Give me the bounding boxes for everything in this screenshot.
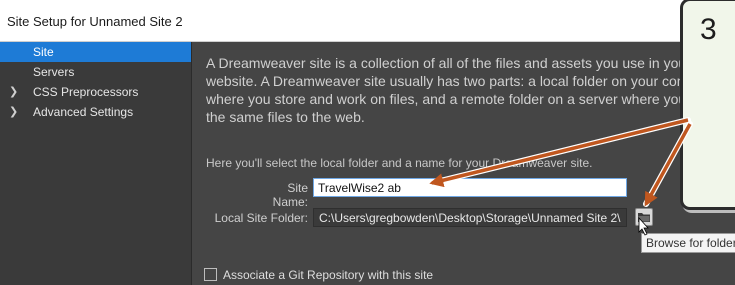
- chevron-right-icon[interactable]: ❯: [9, 102, 18, 122]
- chevron-right-icon[interactable]: ❯: [9, 82, 18, 102]
- window-title: Site Setup for Unnamed Site 2: [7, 14, 183, 29]
- browse-folder-button[interactable]: [635, 208, 653, 226]
- sidebar-item-label: Site: [33, 45, 54, 59]
- sidebar-item-css-preprocessors[interactable]: ❯ CSS Preprocessors: [0, 82, 191, 102]
- git-repository-option[interactable]: Associate a Git Repository with this sit…: [204, 268, 433, 282]
- site-name-input[interactable]: [313, 178, 627, 197]
- step-number: 3: [700, 13, 717, 46]
- sidebar-item-servers[interactable]: Servers: [0, 62, 191, 82]
- browse-tooltip: Browse for folder: [641, 233, 735, 253]
- title-bar: Site Setup for Unnamed Site 2: [0, 0, 735, 42]
- sidebar-item-label: Advanced Settings: [33, 105, 134, 119]
- sidebar-item-site[interactable]: Site: [0, 42, 191, 62]
- sidebar-item-advanced-settings[interactable]: ❯ Advanced Settings: [0, 102, 191, 122]
- folder-icon: [638, 213, 650, 222]
- step-callout: 3: [680, 0, 735, 210]
- site-name-label: Site Name:: [272, 181, 308, 209]
- intro-text: A Dreamweaver site is a collection of al…: [206, 55, 720, 125]
- local-folder-hint: Here you'll select the local folder and …: [206, 156, 593, 170]
- sidebar-item-label: CSS Preprocessors: [33, 85, 139, 99]
- local-site-folder-label: Local Site Folder:: [214, 211, 308, 225]
- site-setup-dialog: Site Setup for Unnamed Site 2 Site Serve…: [0, 0, 735, 285]
- git-checkbox-label: Associate a Git Repository with this sit…: [223, 268, 434, 282]
- git-checkbox[interactable]: [204, 268, 217, 281]
- local-site-folder-field[interactable]: C:\Users\gregbowden\Desktop\Storage\Unna…: [313, 208, 627, 227]
- sidebar: Site Servers ❯ CSS Preprocessors ❯ Advan…: [0, 42, 192, 285]
- sidebar-item-label: Servers: [33, 65, 75, 79]
